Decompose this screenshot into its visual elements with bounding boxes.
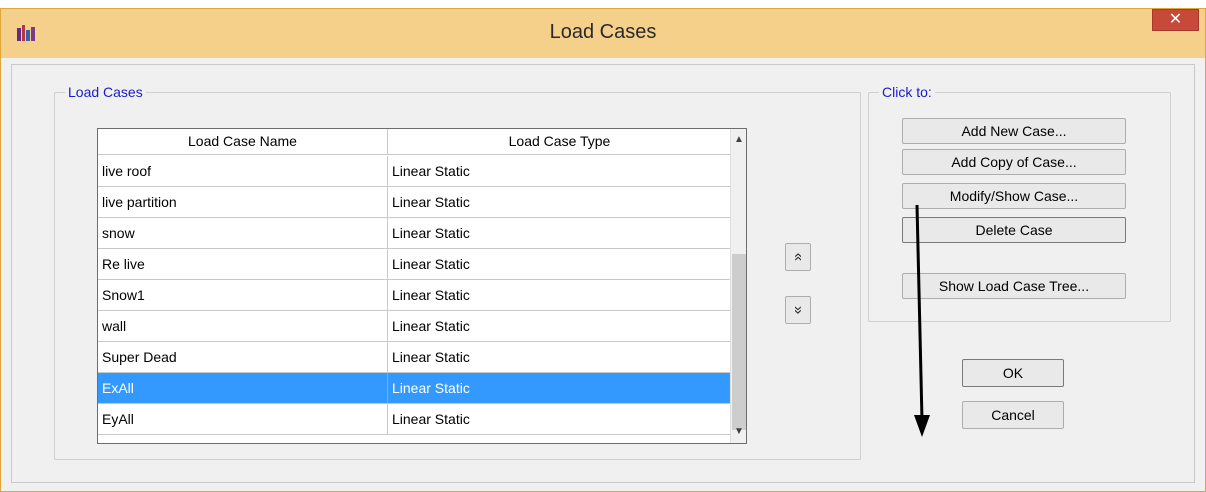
case-name-cell: live roof	[98, 156, 388, 186]
table-header: Load Case Name Load Case Type	[98, 129, 732, 155]
case-type-cell: Linear Static	[388, 187, 732, 217]
case-type-cell: Linear Static	[388, 156, 732, 186]
case-type-cell: Linear Static	[388, 280, 732, 310]
modify-show-case-button[interactable]: Modify/Show Case...	[902, 183, 1126, 209]
cancel-button[interactable]: Cancel	[962, 401, 1064, 429]
table-row[interactable]: Snow1 Linear Static	[98, 280, 732, 311]
table-row[interactable]: wall Linear Static	[98, 311, 732, 342]
table-rows: live roof Linear Static live partition L…	[98, 156, 732, 435]
move-down-button[interactable]: »	[785, 296, 811, 324]
close-button[interactable]: ✕	[1152, 9, 1199, 31]
ok-button[interactable]: OK	[962, 359, 1064, 387]
scroll-down-icon[interactable]: ▼	[731, 423, 746, 441]
column-header-type[interactable]: Load Case Type	[388, 129, 732, 155]
load-cases-group-legend: Load Cases	[65, 84, 146, 100]
table-scrollbar[interactable]: ▲ ▼	[730, 129, 746, 443]
case-type-cell: Linear Static	[388, 249, 732, 279]
load-cases-table[interactable]: Load Case Name Load Case Type live roof …	[97, 128, 747, 444]
case-name-cell: snow	[98, 218, 388, 248]
add-copy-of-case-button[interactable]: Add Copy of Case...	[902, 149, 1126, 175]
load-cases-dialog: Load Cases ✕ Load Cases Load Case Name L…	[0, 8, 1206, 492]
scroll-up-icon[interactable]: ▲	[731, 131, 746, 149]
case-name-cell: live partition	[98, 187, 388, 217]
double-chevron-down-icon: »	[790, 305, 807, 315]
case-type-cell: Linear Static	[388, 404, 732, 434]
title-bar: Load Cases ✕	[1, 9, 1205, 58]
close-icon: ✕	[1168, 11, 1183, 28]
case-name-cell: EyAll	[98, 404, 388, 434]
case-type-cell: Linear Static	[388, 218, 732, 248]
case-type-cell: Linear Static	[388, 373, 732, 403]
table-row[interactable]: EyAll Linear Static	[98, 404, 732, 435]
table-row[interactable]: snow Linear Static	[98, 218, 732, 249]
case-name-cell: Re live	[98, 249, 388, 279]
add-new-case-button[interactable]: Add New Case...	[902, 118, 1126, 144]
column-header-name[interactable]: Load Case Name	[98, 129, 388, 155]
case-type-cell: Linear Static	[388, 311, 732, 341]
case-type-cell: Linear Static	[388, 342, 732, 372]
window-title: Load Cases	[549, 21, 657, 43]
case-name-cell: ExAll	[98, 373, 388, 403]
double-chevron-up-icon: »	[789, 252, 806, 262]
down-arrow-annotation-icon	[914, 205, 930, 437]
case-name-cell: Snow1	[98, 280, 388, 310]
table-row[interactable]: Re live Linear Static	[98, 249, 732, 280]
show-load-case-tree-button[interactable]: Show Load Case Tree...	[902, 273, 1126, 299]
table-row-selected[interactable]: ExAll Linear Static	[98, 373, 732, 404]
table-row[interactable]: Super Dead Linear Static	[98, 342, 732, 373]
delete-case-button[interactable]: Delete Case	[902, 217, 1126, 243]
case-name-cell: wall	[98, 311, 388, 341]
table-row[interactable]: live roof Linear Static	[98, 156, 732, 187]
scrollbar-thumb[interactable]	[732, 254, 746, 430]
case-name-cell: Super Dead	[98, 342, 388, 372]
click-to-group-legend: Click to:	[879, 84, 935, 100]
move-up-button[interactable]: »	[785, 243, 811, 271]
table-row[interactable]: live partition Linear Static	[98, 187, 732, 218]
dialog-client-area: Load Cases Load Case Name Load Case Type…	[11, 64, 1195, 483]
